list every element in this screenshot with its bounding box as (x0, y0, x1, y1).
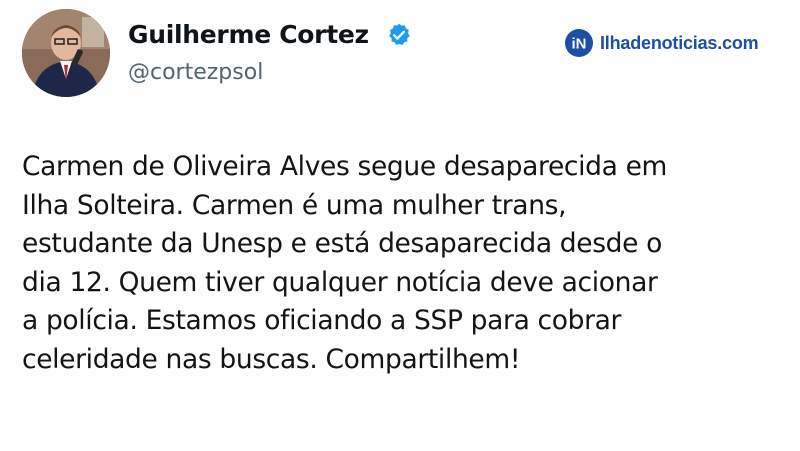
tweet-text-line: dia 12. Quem tiver qualquer notícia deve… (22, 266, 658, 298)
author-handle[interactable]: @cortezpsol (128, 60, 263, 85)
tweet-screenshot: Guilherme Cortez @cortezpsol iN Ilhadeno… (0, 0, 800, 451)
tweet-text-line: estudante da Unesp e está desaparecida d… (22, 228, 663, 259)
profile-photo-icon (22, 9, 110, 97)
author-name[interactable]: Guilherme Cortez (128, 20, 369, 49)
tweet-text: Carmen de Oliveira Alves segue desaparec… (22, 148, 792, 379)
avatar[interactable] (22, 9, 110, 97)
site-watermark-text: Ilhadenoticias.com (600, 32, 759, 53)
site-watermark: iN Ilhadenoticias.com (558, 24, 769, 62)
site-logo-icon: iN (565, 29, 593, 57)
verified-badge-icon (389, 23, 410, 45)
tweet-text-line: Ilha Solteira. Carmen é uma mulher trans… (22, 189, 567, 221)
tweet-text-line: Carmen de Oliveira Alves segue desaparec… (22, 151, 667, 182)
site-logo-letters: iN (572, 36, 587, 53)
tweet-text-line: celeridade nas buscas. Compartilhem! (22, 343, 521, 375)
tweet-text-line: a polícia. Estamos oficiando a SSP para … (22, 305, 622, 336)
